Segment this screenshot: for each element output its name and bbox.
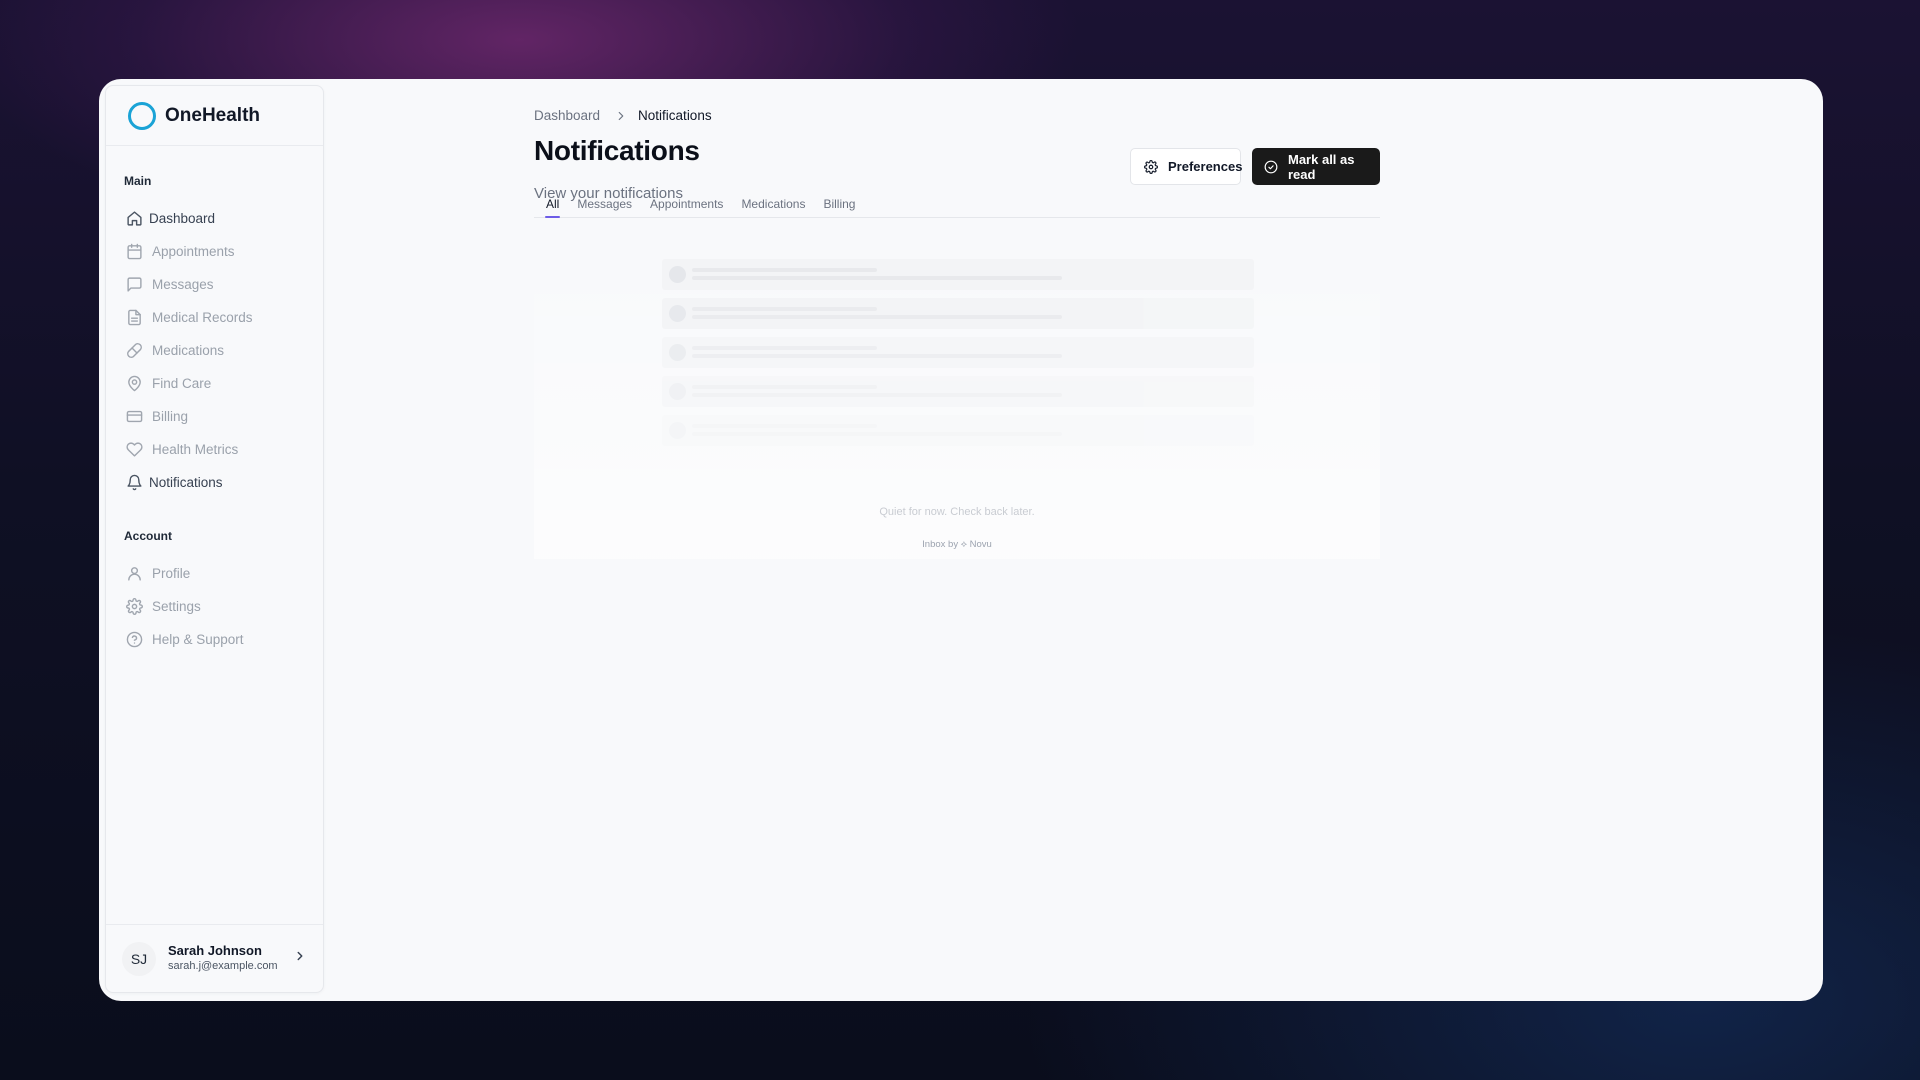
document-icon — [126, 309, 143, 326]
home-icon — [126, 210, 143, 227]
loading-skeleton — [662, 259, 1254, 454]
chevron-right-icon[interactable] — [293, 949, 307, 963]
skeleton-row — [662, 415, 1254, 446]
sidebar-item-label: Dashboard — [149, 211, 216, 226]
gear-icon — [126, 598, 143, 615]
sidebar-item-label: Medications — [152, 343, 225, 358]
sidebar-item-dashboard[interactable]: Dashboard — [106, 202, 323, 235]
app-window: OneHealth Main Dashboard Appointments Me… — [99, 79, 1823, 1001]
sidebar-item-label: Help & Support — [152, 632, 244, 647]
notification-tabs: All Messages Appointments Medications Bi… — [534, 197, 1380, 218]
nav-section-main-title: Main — [124, 174, 152, 188]
sidebar-item-help-support[interactable]: Help & Support — [106, 623, 323, 656]
sidebar-item-profile[interactable]: Profile — [106, 557, 323, 590]
gear-icon — [1144, 159, 1158, 174]
sidebar-item-label: Profile — [152, 566, 191, 581]
tab-medications[interactable]: Medications — [741, 197, 805, 217]
skeleton-row — [662, 259, 1254, 290]
breadcrumb-current: Notifications — [638, 108, 712, 123]
sidebar-item-label: Settings — [152, 599, 201, 614]
check-circle-icon — [1264, 160, 1278, 174]
bell-icon — [126, 474, 143, 491]
tab-appointments[interactable]: Appointments — [650, 197, 723, 217]
brand[interactable]: OneHealth — [106, 86, 323, 146]
pill-icon — [126, 342, 143, 359]
preferences-button[interactable]: Preferences — [1130, 148, 1243, 185]
sidebar-item-settings[interactable]: Settings — [106, 590, 323, 623]
sidebar-item-medications[interactable]: Medications — [106, 334, 323, 367]
preferences-button-label: Preferences — [1168, 159, 1243, 174]
sidebar-item-billing[interactable]: Billing — [106, 400, 323, 433]
heart-icon — [126, 441, 143, 458]
sidebar-item-health-metrics[interactable]: Health Metrics — [106, 433, 323, 466]
tab-messages[interactable]: Messages — [577, 197, 632, 217]
tab-billing[interactable]: Billing — [823, 197, 855, 217]
sidebar-item-label: Find Care — [152, 376, 212, 391]
message-icon — [126, 276, 143, 293]
sidebar-item-find-care[interactable]: Find Care — [106, 367, 323, 400]
nav-section-account-title: Account — [124, 529, 172, 543]
user-info: Sarah Johnson sarah.j@example.com — [168, 943, 278, 974]
help-circle-icon — [126, 631, 143, 648]
powered-by-novu[interactable]: Inbox by ⟡ Novu — [534, 539, 1380, 550]
page-title: Notifications — [534, 135, 700, 166]
sidebar-item-label: Messages — [152, 277, 214, 292]
user-card[interactable]: SJ Sarah Johnson sarah.j@example.com — [106, 924, 323, 992]
sidebar: OneHealth Main Dashboard Appointments Me… — [105, 85, 324, 993]
mark-all-read-button[interactable]: Mark all as read — [1252, 148, 1380, 185]
onehealth-logo-icon — [128, 101, 156, 130]
account-nav: Profile Settings Help & Support — [106, 557, 323, 656]
user-icon — [126, 565, 143, 582]
breadcrumb: Dashboard Notifications — [534, 108, 712, 123]
sidebar-item-label: Medical Records — [152, 310, 253, 325]
sidebar-item-label: Appointments — [152, 244, 235, 259]
map-pin-icon — [126, 375, 143, 392]
sidebar-item-label: Health Metrics — [152, 442, 239, 457]
mark-all-read-label: Mark all as read — [1288, 151, 1355, 182]
sidebar-item-medical-records[interactable]: Medical Records — [106, 301, 323, 334]
breadcrumb-dashboard-link[interactable]: Dashboard — [534, 108, 600, 123]
sidebar-item-notifications[interactable]: Notifications — [106, 466, 323, 499]
empty-state-message: Quiet for now. Check back later. — [879, 506, 1035, 518]
chevron-right-icon — [614, 109, 628, 123]
main-nav: Dashboard Appointments Messages Medical … — [106, 202, 323, 499]
brand-name: OneHealth — [165, 104, 261, 126]
skeleton-row — [662, 298, 1254, 329]
calendar-icon — [126, 243, 143, 260]
tab-all[interactable]: All — [544, 197, 561, 218]
credit-card-icon — [126, 408, 143, 425]
sidebar-item-appointments[interactable]: Appointments — [106, 235, 323, 268]
sidebar-item-messages[interactable]: Messages — [106, 268, 323, 301]
sidebar-item-label: Notifications — [149, 475, 223, 490]
inbox-panel: Quiet for now. Check back later. Inbox b… — [534, 249, 1380, 559]
skeleton-row — [662, 376, 1254, 407]
user-email: sarah.j@example.com — [168, 960, 278, 972]
skeleton-row — [662, 337, 1254, 368]
avatar: SJ — [122, 941, 156, 976]
user-name: Sarah Johnson — [168, 943, 262, 958]
sidebar-item-label: Billing — [152, 409, 189, 424]
